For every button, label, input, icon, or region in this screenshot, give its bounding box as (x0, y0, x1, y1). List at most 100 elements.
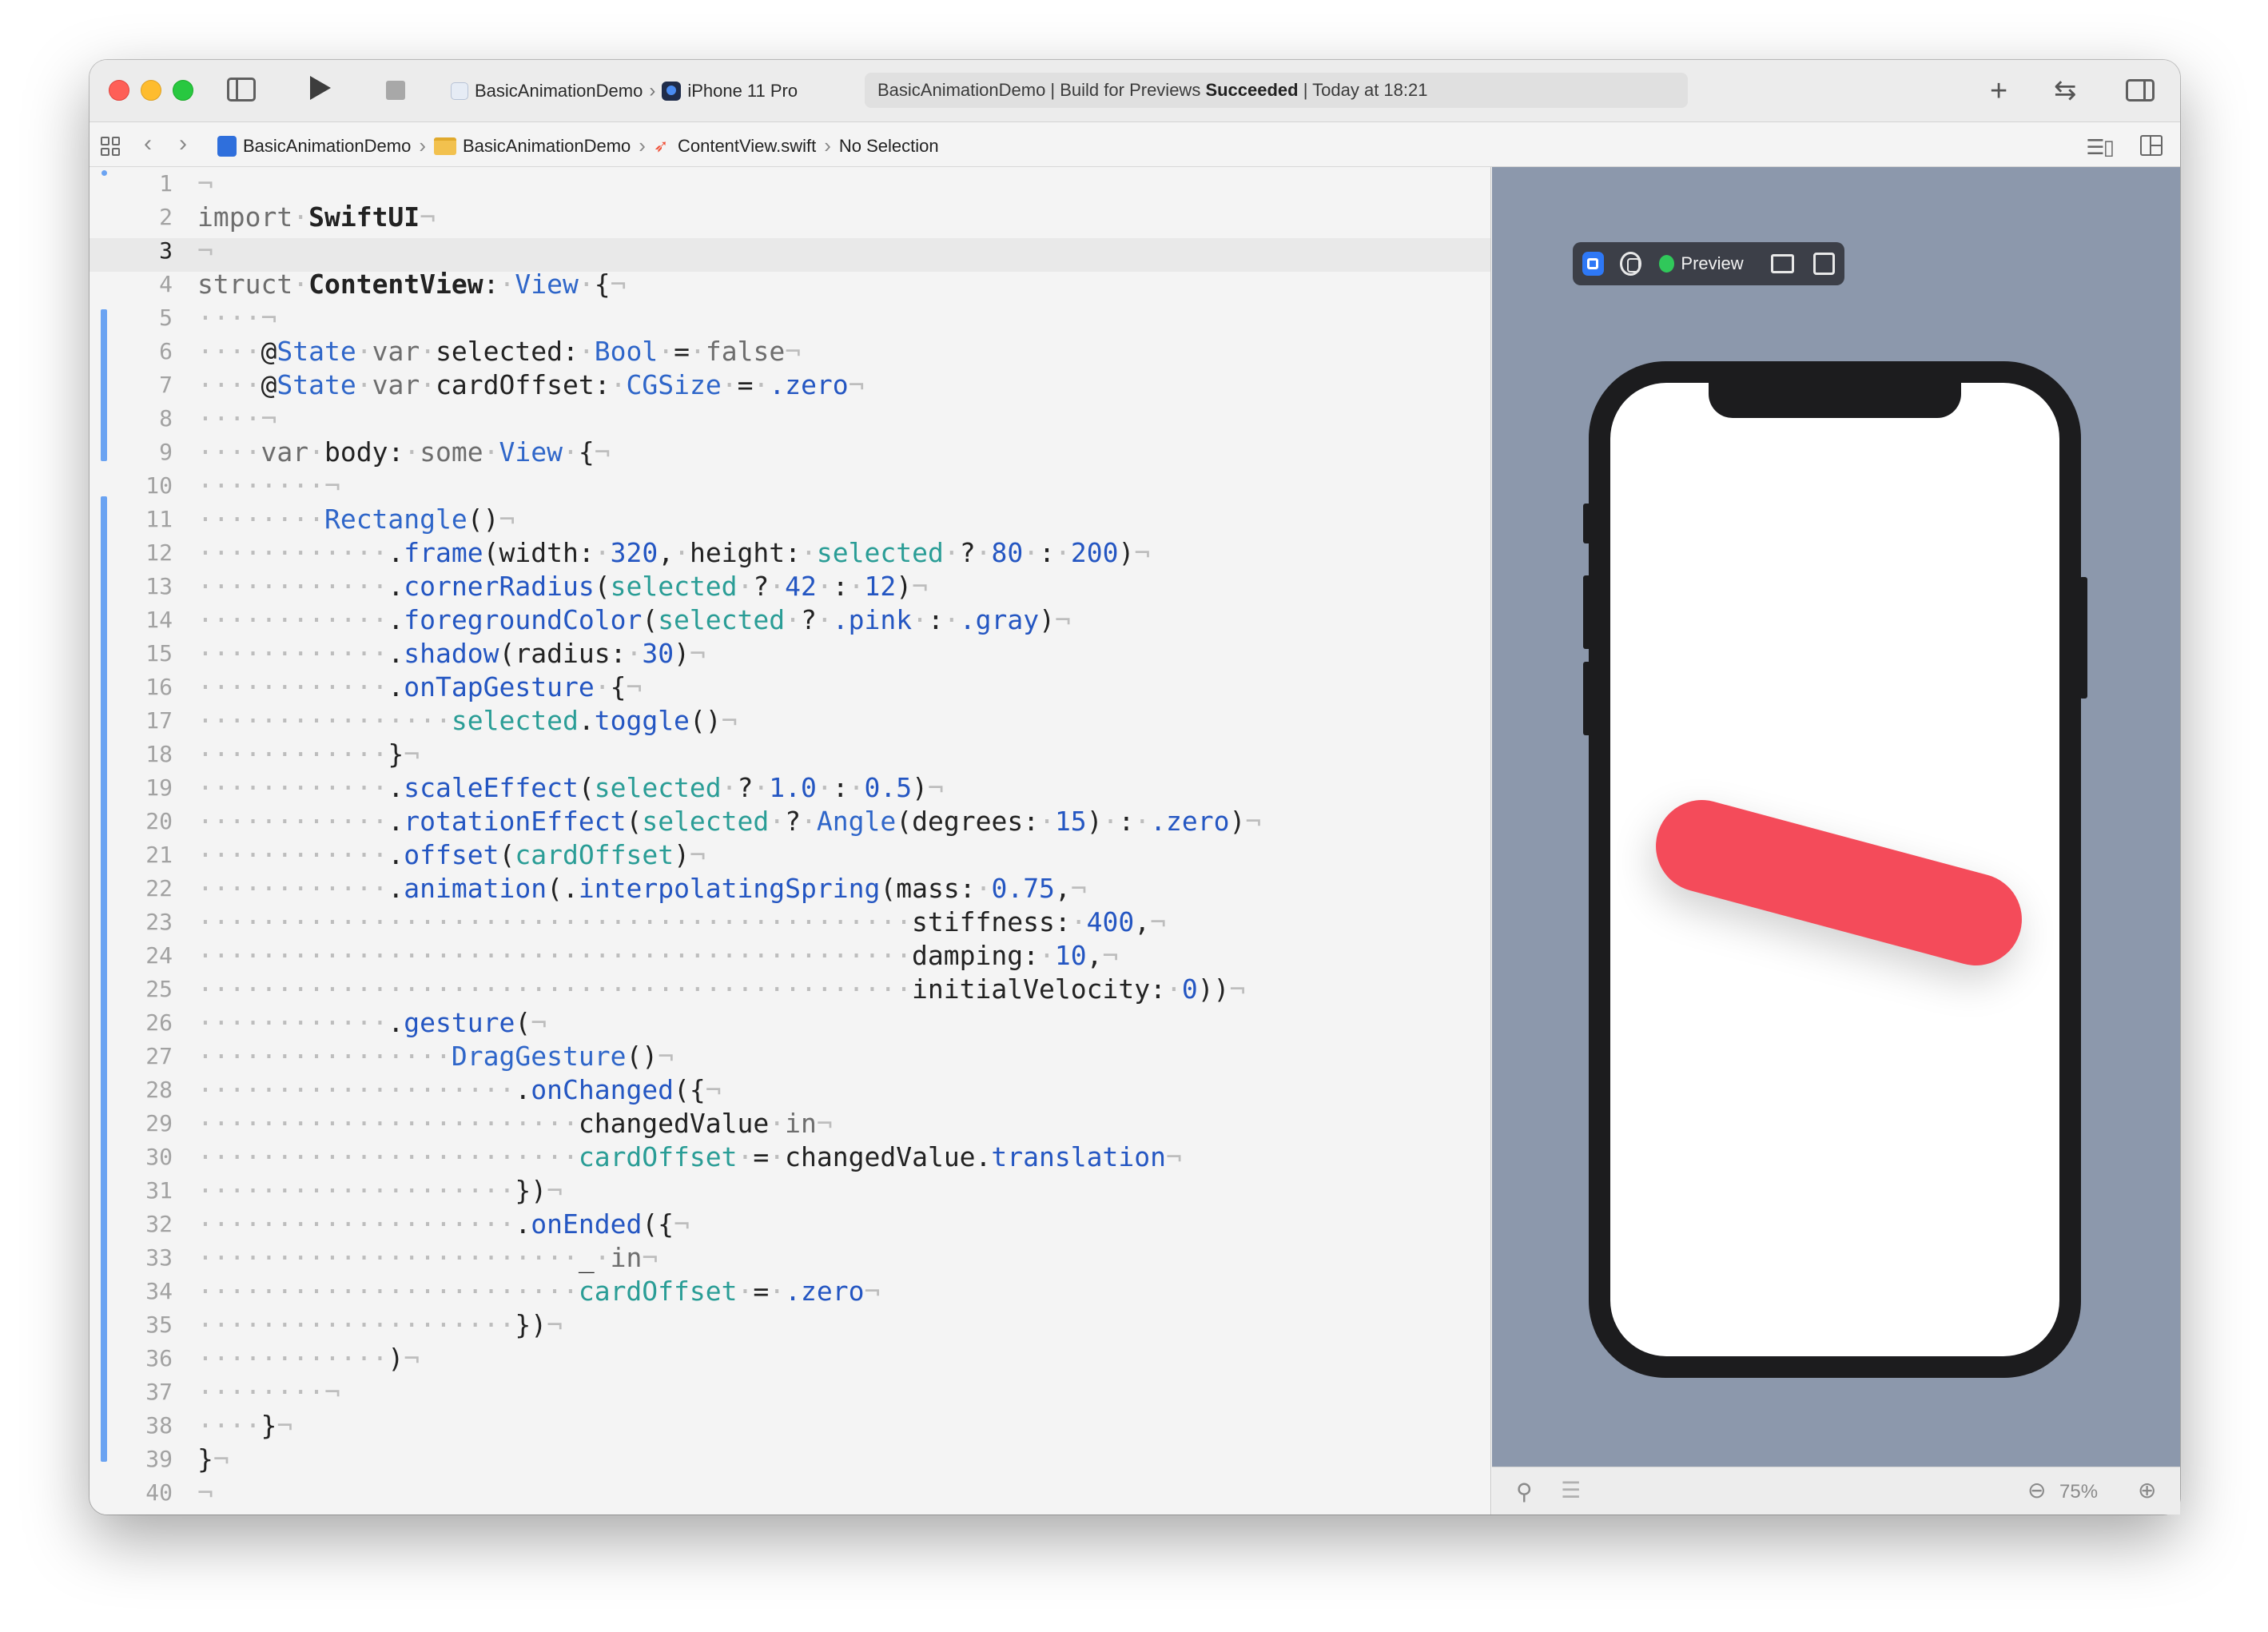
code-line[interactable]: ····@State·var·selected:·Bool·=·false¬ (197, 335, 1261, 368)
add-editor-icon[interactable] (2140, 135, 2163, 156)
code-line[interactable]: ····················})¬ (197, 1174, 1261, 1208)
forward-icon[interactable]: › (179, 130, 187, 157)
related-items-icon[interactable] (101, 137, 120, 156)
inspector-toggle-icon[interactable] (2126, 79, 2155, 102)
line-number[interactable]: 3 (117, 234, 173, 268)
line-number[interactable]: 40 (117, 1476, 173, 1510)
scheme-selector[interactable]: BasicAnimationDemo › iPhone 11 Pro (451, 78, 798, 105)
add-library-icon[interactable]: + (1990, 74, 2007, 109)
line-number[interactable]: 6 (117, 335, 173, 368)
code-line[interactable]: ························_·in¬ (197, 1241, 1261, 1275)
line-number[interactable]: 8 (117, 402, 173, 436)
zoom-level[interactable]: 75% (2059, 1481, 2098, 1503)
code-line[interactable]: import·SwiftUI¬ (197, 201, 1261, 234)
code-line[interactable]: ····¬ (197, 301, 1261, 335)
line-number[interactable]: 18 (117, 738, 173, 771)
line-number[interactable]: 13 (117, 570, 173, 603)
code-review-icon[interactable]: ⇆ (2054, 74, 2077, 106)
line-number[interactable]: 4 (117, 268, 173, 301)
line-number[interactable]: 28 (117, 1073, 173, 1107)
navigator-toggle-icon[interactable] (227, 78, 256, 102)
line-number[interactable]: 22 (117, 872, 173, 906)
line-number[interactable]: 39 (117, 1443, 173, 1476)
code-line[interactable]: ····················.onChanged({¬ (197, 1073, 1261, 1107)
line-number[interactable]: 31 (117, 1174, 173, 1208)
code-line[interactable]: ············.gesture(¬ (197, 1006, 1261, 1040)
code-line[interactable]: ····}¬ (197, 1409, 1261, 1443)
duplicate-preview-icon[interactable] (1812, 253, 1835, 275)
line-number[interactable]: 27 (117, 1040, 173, 1073)
breadcrumb-symbol[interactable]: No Selection (839, 136, 939, 157)
line-number[interactable]: 11 (117, 503, 173, 536)
code-line[interactable]: ····¬ (197, 402, 1261, 436)
code-line[interactable]: struct·ContentView:·View·{¬ (197, 268, 1261, 301)
run-icon[interactable] (310, 76, 331, 100)
zoom-in-icon[interactable]: ⊕ (2138, 1477, 2156, 1503)
code-line[interactable]: ········Rectangle()¬ (197, 503, 1261, 536)
code-line[interactable]: }¬ (197, 1443, 1261, 1476)
line-number[interactable]: 21 (117, 838, 173, 872)
line-number[interactable]: 14 (117, 603, 173, 637)
preview-on-device-icon[interactable] (1770, 254, 1794, 273)
minimize-window-button[interactable] (141, 80, 161, 101)
pin-icon[interactable]: ⚲ (1516, 1479, 1533, 1505)
zoom-out-icon[interactable]: ⊖ (2027, 1477, 2046, 1503)
line-number[interactable]: 26 (117, 1006, 173, 1040)
change-bar[interactable] (101, 309, 107, 461)
line-number[interactable]: 12 (117, 536, 173, 570)
code-line[interactable]: ············.rotationEffect(selected·?·A… (197, 805, 1261, 838)
line-number[interactable]: 2 (117, 201, 173, 234)
code-line[interactable]: ············.foregroundColor(selected·?·… (197, 603, 1261, 637)
code-line[interactable]: ····var·body:·some·View·{¬ (197, 436, 1261, 469)
code-line[interactable]: ····@State·var·cardOffset:·CGSize·=·.zer… (197, 368, 1261, 402)
line-number[interactable]: 33 (117, 1241, 173, 1275)
code-line[interactable]: ········¬ (197, 1375, 1261, 1409)
code-line[interactable]: ····················})¬ (197, 1308, 1261, 1342)
activity-view[interactable]: BasicAnimationDemo | Build for Previews … (865, 73, 1688, 108)
preview-list-icon[interactable]: ☰ (1561, 1477, 1581, 1503)
code-line[interactable]: ········································… (197, 939, 1261, 973)
zoom-window-button[interactable] (173, 80, 193, 101)
line-number[interactable]: 15 (117, 637, 173, 671)
code-line[interactable]: ············.onTapGesture·{¬ (197, 671, 1261, 704)
code-line[interactable]: ¬ (197, 234, 1261, 268)
line-number[interactable]: 20 (117, 805, 173, 838)
breadcrumb-group[interactable]: BasicAnimationDemo (463, 136, 631, 157)
code-line[interactable]: ············.animation(.interpolatingSpr… (197, 872, 1261, 906)
breadcrumb-project[interactable]: BasicAnimationDemo (243, 136, 411, 157)
code-line[interactable]: ························cardOffset·=·.ze… (197, 1275, 1261, 1308)
code-line[interactable]: ················DragGesture()¬ (197, 1040, 1261, 1073)
code-line[interactable]: ············.offset(cardOffset)¬ (197, 838, 1261, 872)
code-line[interactable]: ············.shadow(radius:·30)¬ (197, 637, 1261, 671)
editor-options-icon[interactable]: ☰▯ (2086, 135, 2115, 160)
code-line[interactable]: ········································… (197, 906, 1261, 939)
code-line[interactable]: ····················.onEnded({¬ (197, 1208, 1261, 1241)
code-line[interactable]: ¬ (197, 1476, 1261, 1510)
code-line[interactable]: ············.frame(width:·320,·height:·s… (197, 536, 1261, 570)
line-number[interactable]: 19 (117, 771, 173, 805)
line-number[interactable]: 1 (117, 167, 173, 201)
line-number-gutter[interactable]: 1 2 3 4 5 6 7 8 9 10 11 12 13 14 15 16 17 18 19 20 21 22 23 24 2… (117, 167, 173, 1510)
stop-icon[interactable] (386, 81, 405, 100)
line-number[interactable]: 7 (117, 368, 173, 402)
line-number[interactable]: 17 (117, 704, 173, 738)
code-line[interactable]: ········································… (197, 973, 1261, 1006)
change-bar[interactable] (101, 496, 107, 1462)
line-number[interactable]: 34 (117, 1275, 173, 1308)
code-text[interactable]: ¬ import·SwiftUI¬ ¬ struct·ContentView:·Vie… (197, 167, 1261, 1510)
line-number[interactable]: 25 (117, 973, 173, 1006)
line-number[interactable]: 10 (117, 469, 173, 503)
code-line[interactable]: ············}¬ (197, 738, 1261, 771)
line-number[interactable]: 35 (117, 1308, 173, 1342)
inspect-preview-icon[interactable] (1619, 252, 1641, 276)
close-window-button[interactable] (109, 80, 129, 101)
line-number[interactable]: 30 (117, 1140, 173, 1174)
back-icon[interactable]: ‹ (144, 130, 152, 157)
line-number[interactable]: 5 (117, 301, 173, 335)
line-number[interactable]: 37 (117, 1375, 173, 1409)
code-line[interactable]: ············.cornerRadius(selected·?·42·… (197, 570, 1261, 603)
line-number[interactable]: 24 (117, 939, 173, 973)
line-number[interactable]: 23 (117, 906, 173, 939)
code-line[interactable]: ¬ (197, 167, 1261, 201)
line-number[interactable]: 29 (117, 1107, 173, 1140)
